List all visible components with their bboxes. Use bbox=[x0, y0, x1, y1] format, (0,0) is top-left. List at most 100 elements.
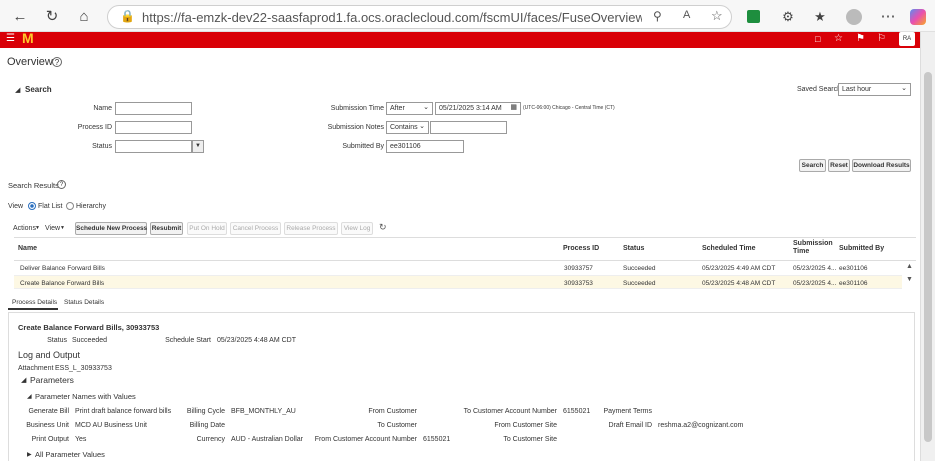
expand-all-params-icon[interactable]: ▶ bbox=[27, 451, 32, 458]
tab-status-details[interactable]: Status Details bbox=[62, 296, 112, 310]
submission-time-op-value: After bbox=[390, 105, 405, 112]
menu-icon[interactable]: ☰ bbox=[6, 33, 15, 44]
submission-time-input[interactable]: 05/21/2025 3:14 AM ▦ bbox=[435, 102, 521, 115]
flat-list-radio[interactable] bbox=[28, 202, 36, 210]
table-scroll-down-icon[interactable]: ▼ bbox=[906, 276, 913, 283]
refresh-icon[interactable]: ↻ bbox=[42, 7, 62, 27]
table-row[interactable]: Deliver Balance Forward Bills 30933757 S… bbox=[14, 261, 902, 275]
log-output-heading: Log and Output bbox=[18, 350, 81, 360]
flag-icon[interactable]: ⚑ bbox=[856, 33, 865, 44]
billing-cycle-label: Billing Cycle bbox=[186, 408, 225, 415]
status-label: Status bbox=[92, 143, 112, 150]
saved-search-label: Saved Search bbox=[797, 86, 841, 93]
table-scroll-up-icon[interactable]: ▲ bbox=[906, 263, 913, 270]
back-icon[interactable]: ← bbox=[10, 7, 30, 27]
attachment-value[interactable]: ESS_L_30933753 bbox=[55, 365, 112, 372]
view-menu[interactable]: View bbox=[45, 225, 60, 232]
copilot-icon[interactable] bbox=[910, 9, 926, 25]
user-avatar[interactable]: RA bbox=[899, 32, 915, 46]
all-param-values-heading: All Parameter Values bbox=[35, 450, 105, 459]
app-header: ☰ M □ ☆ ⚑ ⚐ RA bbox=[0, 30, 920, 48]
name-input[interactable] bbox=[115, 102, 192, 115]
collapse-parameters-icon[interactable]: ◢ bbox=[21, 376, 26, 384]
logo-icon[interactable]: M bbox=[22, 30, 34, 46]
tab-process-details-label: Process Details bbox=[12, 299, 58, 306]
column-header-status[interactable]: Status bbox=[623, 245, 644, 252]
row-name: Create Balance Forward Bills bbox=[20, 280, 105, 287]
hierarchy-radio[interactable] bbox=[66, 202, 74, 210]
tab-process-details[interactable]: Process Details bbox=[8, 296, 58, 310]
submitted-by-input[interactable]: ee301106 bbox=[386, 140, 464, 153]
submission-notes-input[interactable] bbox=[430, 121, 507, 134]
column-header-scheduled-time[interactable]: Scheduled Time bbox=[702, 245, 756, 252]
schedule-new-process-button[interactable]: Schedule New Process bbox=[75, 222, 147, 235]
put-on-hold-button[interactable]: Put On Hold bbox=[187, 222, 227, 235]
collapse-param-names-icon[interactable]: ◢ bbox=[27, 393, 32, 400]
favorites-star-icon[interactable]: ☆ bbox=[834, 33, 843, 44]
chevron-down-icon: ⌄ bbox=[901, 85, 907, 92]
notifications-icon[interactable]: ⚐ bbox=[877, 33, 886, 44]
to-customer-label: To Customer bbox=[377, 422, 417, 429]
release-process-button[interactable]: Release Process bbox=[284, 222, 338, 235]
status-select[interactable] bbox=[115, 140, 192, 153]
search-results-heading: Search Results bbox=[8, 181, 59, 190]
row-submission-time: 05/23/2025 4... bbox=[793, 280, 837, 287]
favorites-icon[interactable]: ★ bbox=[810, 7, 830, 27]
view-log-button[interactable]: View Log bbox=[341, 222, 373, 235]
payment-terms-label: Payment Terms bbox=[603, 408, 653, 415]
more-icon[interactable]: ⋯ bbox=[878, 7, 898, 27]
column-header-submission-time[interactable]: Submission Time bbox=[793, 240, 833, 256]
actions-menu[interactable]: Actions bbox=[13, 225, 36, 232]
favorite-star-icon[interactable]: ☆ bbox=[711, 8, 723, 24]
row-scheduled-time: 05/23/2025 4:48 AM CDT bbox=[702, 280, 776, 287]
row-submission-time: 05/23/2025 4... bbox=[793, 265, 837, 272]
column-header-process-id[interactable]: Process ID bbox=[563, 245, 599, 252]
cancel-process-button[interactable]: Cancel Process bbox=[230, 222, 281, 235]
collapse-search-icon[interactable]: ◢ bbox=[15, 86, 20, 94]
resubmit-button[interactable]: Resubmit bbox=[150, 222, 183, 235]
calendar-icon[interactable]: ▦ bbox=[510, 104, 517, 112]
help-icon[interactable]: ? bbox=[57, 180, 66, 189]
caret-down-icon: ▼ bbox=[35, 225, 40, 231]
refresh-icon[interactable]: ↻ bbox=[379, 222, 387, 233]
column-header-name[interactable]: Name bbox=[18, 245, 37, 252]
home-icon[interactable]: ⌂ bbox=[74, 7, 94, 27]
caret-down-icon: ▼ bbox=[60, 225, 65, 231]
zoom-icon[interactable]: ⚲ bbox=[653, 9, 662, 23]
submission-notes-operator[interactable]: Contains ⌄ bbox=[386, 121, 429, 134]
submission-notes-label: Submission Notes bbox=[327, 124, 384, 131]
from-account-value: 6155021 bbox=[423, 436, 451, 443]
details-title: Create Balance Forward Bills, 30933753 bbox=[18, 323, 160, 332]
table-row-selected[interactable]: Create Balance Forward Bills 30933753 Su… bbox=[14, 275, 902, 289]
help-icon[interactable]: ? bbox=[52, 57, 62, 67]
business-unit-label: Business Unit bbox=[26, 422, 69, 429]
lock-icon: 🔒 bbox=[120, 9, 135, 23]
saved-search-select[interactable]: Last hour ⌄ bbox=[838, 83, 911, 96]
watchlist-icon[interactable]: □ bbox=[815, 34, 820, 44]
download-results-button[interactable]: Download Results bbox=[852, 159, 911, 172]
generate-bill-value: Print draft balance forward bills bbox=[75, 408, 172, 415]
profile-avatar[interactable] bbox=[846, 9, 862, 25]
address-bar[interactable]: 🔒 https://fa-emzk-dev22-saasfaprod1.fa.o… bbox=[107, 5, 732, 29]
row-status: Succeeded bbox=[623, 280, 656, 287]
browser-toolbar: ← ↻ ⌂ 🔒 https://fa-emzk-dev22-saasfaprod… bbox=[0, 0, 935, 32]
extension-icon[interactable] bbox=[747, 10, 760, 23]
from-customer-label: From Customer bbox=[368, 408, 417, 415]
process-id-input[interactable] bbox=[115, 121, 192, 134]
billing-cycle-value: BFB_MONTHLY_AU bbox=[231, 408, 296, 415]
flat-list-label: Flat List bbox=[38, 203, 63, 210]
column-header-submitted-by[interactable]: Submitted By bbox=[839, 245, 884, 252]
status-dropdown-icon[interactable]: ▼ bbox=[192, 140, 204, 153]
page-scrollbar[interactable] bbox=[920, 32, 935, 461]
submission-time-operator[interactable]: After ⌄ bbox=[386, 102, 433, 115]
url-text: https://fa-emzk-dev22-saasfaprod1.fa.ocs… bbox=[142, 10, 642, 25]
submitted-by-label: Submitted By bbox=[342, 143, 384, 150]
scrollbar-thumb[interactable] bbox=[924, 72, 932, 442]
reset-button[interactable]: Reset bbox=[828, 159, 850, 172]
search-button[interactable]: Search bbox=[799, 159, 826, 172]
hierarchy-label: Hierarchy bbox=[76, 203, 106, 210]
puzzle-icon[interactable]: ⚙ bbox=[778, 7, 798, 27]
row-submitted-by: ee301106 bbox=[839, 280, 868, 287]
row-process-id: 30933753 bbox=[564, 280, 593, 287]
read-aloud-icon[interactable]: A bbox=[683, 9, 690, 21]
